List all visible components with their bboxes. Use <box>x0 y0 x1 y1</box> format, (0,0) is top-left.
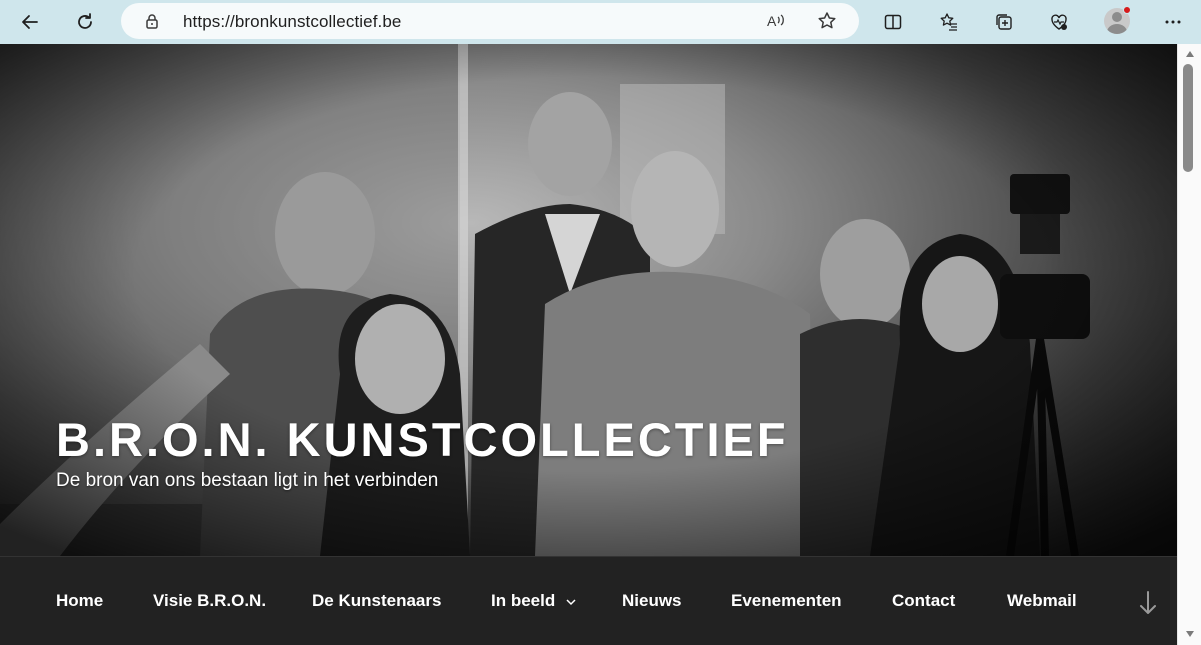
browser-essentials-button[interactable] <box>1043 6 1075 38</box>
nav-item-home[interactable]: Home <box>56 591 103 611</box>
refresh-button[interactable] <box>69 6 101 38</box>
scrollbar-thumb[interactable] <box>1183 64 1193 172</box>
nav-item-visie[interactable]: Visie B.R.O.N. <box>153 591 266 611</box>
collections-button[interactable] <box>988 6 1020 38</box>
more-menu-button[interactable] <box>1157 6 1189 38</box>
favorites-list-icon <box>940 13 957 31</box>
split-screen-button[interactable] <box>877 6 909 38</box>
page-viewport: B.R.O.N. KUNSTCOLLECTIEF De bron van ons… <box>0 44 1177 645</box>
nav-item-nieuws[interactable]: Nieuws <box>622 591 682 611</box>
header-image: B.R.O.N. KUNSTCOLLECTIEF De bron van ons… <box>0 44 1177 556</box>
address-bar[interactable]: https://bronkunstcollectief.be A <box>121 3 859 39</box>
notification-dot <box>1123 6 1131 14</box>
nav-item-evenementen[interactable]: Evenementen <box>731 591 842 611</box>
nav-item-in-beeld[interactable]: In beeld <box>491 591 555 611</box>
back-button[interactable] <box>14 6 46 38</box>
site-description: De bron van ons bestaan ligt in het verb… <box>56 470 439 491</box>
browser-toolbar: https://bronkunstcollectief.be A <box>0 0 1201 44</box>
browser-essentials-icon <box>1051 14 1067 30</box>
read-aloud-icon[interactable]: A <box>765 10 787 32</box>
url-text[interactable]: https://bronkunstcollectief.be <box>183 12 401 32</box>
page-scrollbar[interactable] <box>1177 44 1201 645</box>
more-menu-icon <box>1165 20 1181 24</box>
back-icon <box>22 15 38 29</box>
site-title[interactable]: B.R.O.N. KUNSTCOLLECTIEF <box>56 412 789 467</box>
main-navigation: Home Visie B.R.O.N. De Kunstenaars In be… <box>0 556 1177 645</box>
collections-icon <box>996 14 1012 30</box>
split-screen-icon <box>884 14 902 30</box>
refresh-icon <box>78 13 92 29</box>
scroll-down-arrow-icon[interactable] <box>1138 590 1158 616</box>
chevron-down-icon[interactable] <box>566 597 576 607</box>
scroll-down-icon[interactable] <box>1185 630 1195 638</box>
scroll-up-icon[interactable] <box>1185 50 1195 58</box>
svg-text:A: A <box>767 13 777 29</box>
lock-icon[interactable] <box>143 12 161 30</box>
nav-item-contact[interactable]: Contact <box>892 591 955 611</box>
nav-item-webmail[interactable]: Webmail <box>1007 591 1077 611</box>
favorite-star-icon[interactable] <box>816 10 838 32</box>
favorites-button[interactable] <box>933 6 965 38</box>
nav-item-kunstenaars[interactable]: De Kunstenaars <box>312 591 441 611</box>
